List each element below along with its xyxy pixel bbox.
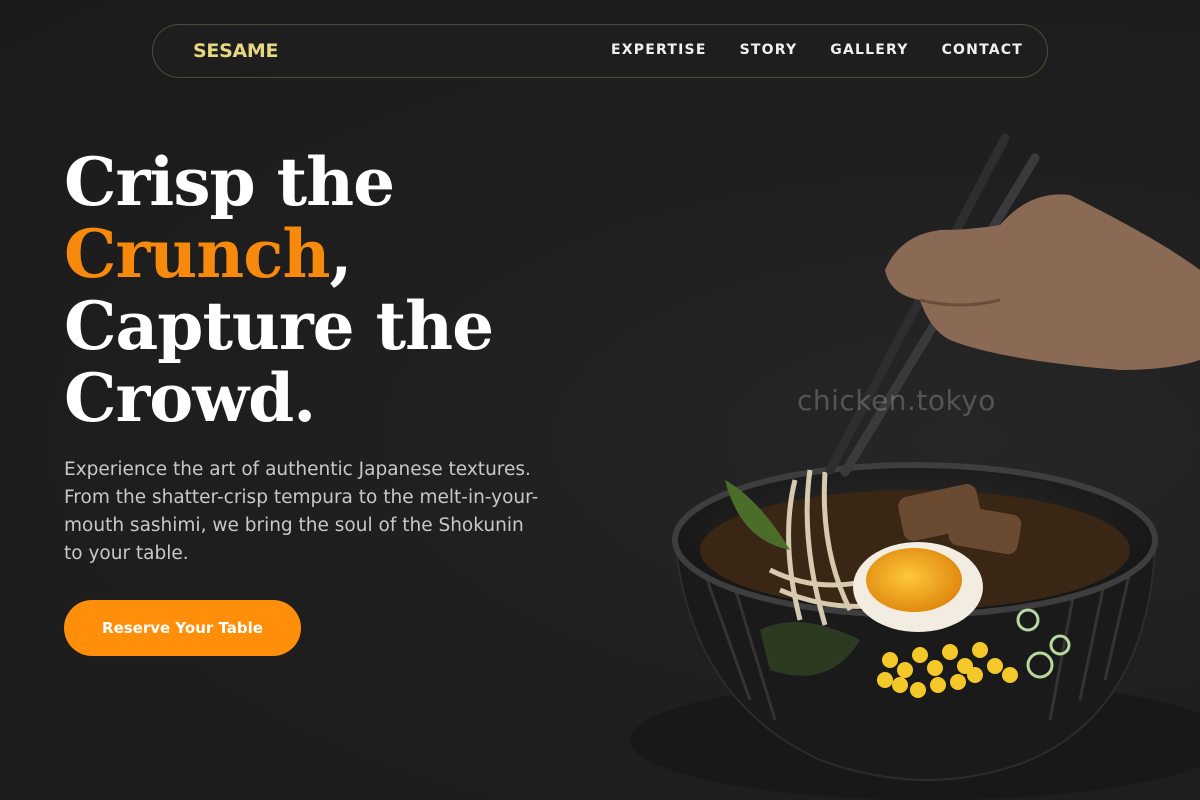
reserve-table-button[interactable]: Reserve Your Table [64, 600, 301, 656]
top-navigation: SESAME EXPERTISE STORY GALLERY CONTACT [152, 24, 1048, 78]
brand-logo[interactable]: SESAME [193, 40, 278, 62]
ramen-hero-image [630, 133, 1200, 800]
nav-links: EXPERTISE STORY GALLERY CONTACT [611, 42, 1023, 58]
nav-link-gallery[interactable]: GALLERY [830, 42, 908, 58]
nav-link-expertise[interactable]: EXPERTISE [611, 42, 707, 58]
landing-page: chicken.tokyo SESAME EXPERTISE STORY GAL… [0, 0, 1200, 800]
headline-line-3: Capture the [64, 287, 494, 365]
hero-description: Experience the art of authentic Japanese… [64, 459, 539, 564]
headline-accent-word: Crunch [64, 215, 330, 293]
headline-comma: , [329, 215, 352, 293]
nav-link-story[interactable]: STORY [740, 42, 798, 58]
headline-line-1: Crisp the [64, 143, 395, 221]
headline-line-4: Crowd. [64, 359, 316, 437]
nav-link-contact[interactable]: CONTACT [942, 42, 1023, 58]
watermark-text: chicken.tokyo [797, 384, 996, 417]
hero-headline: Crisp the Crunch, Capture the Crowd. [64, 143, 494, 437]
